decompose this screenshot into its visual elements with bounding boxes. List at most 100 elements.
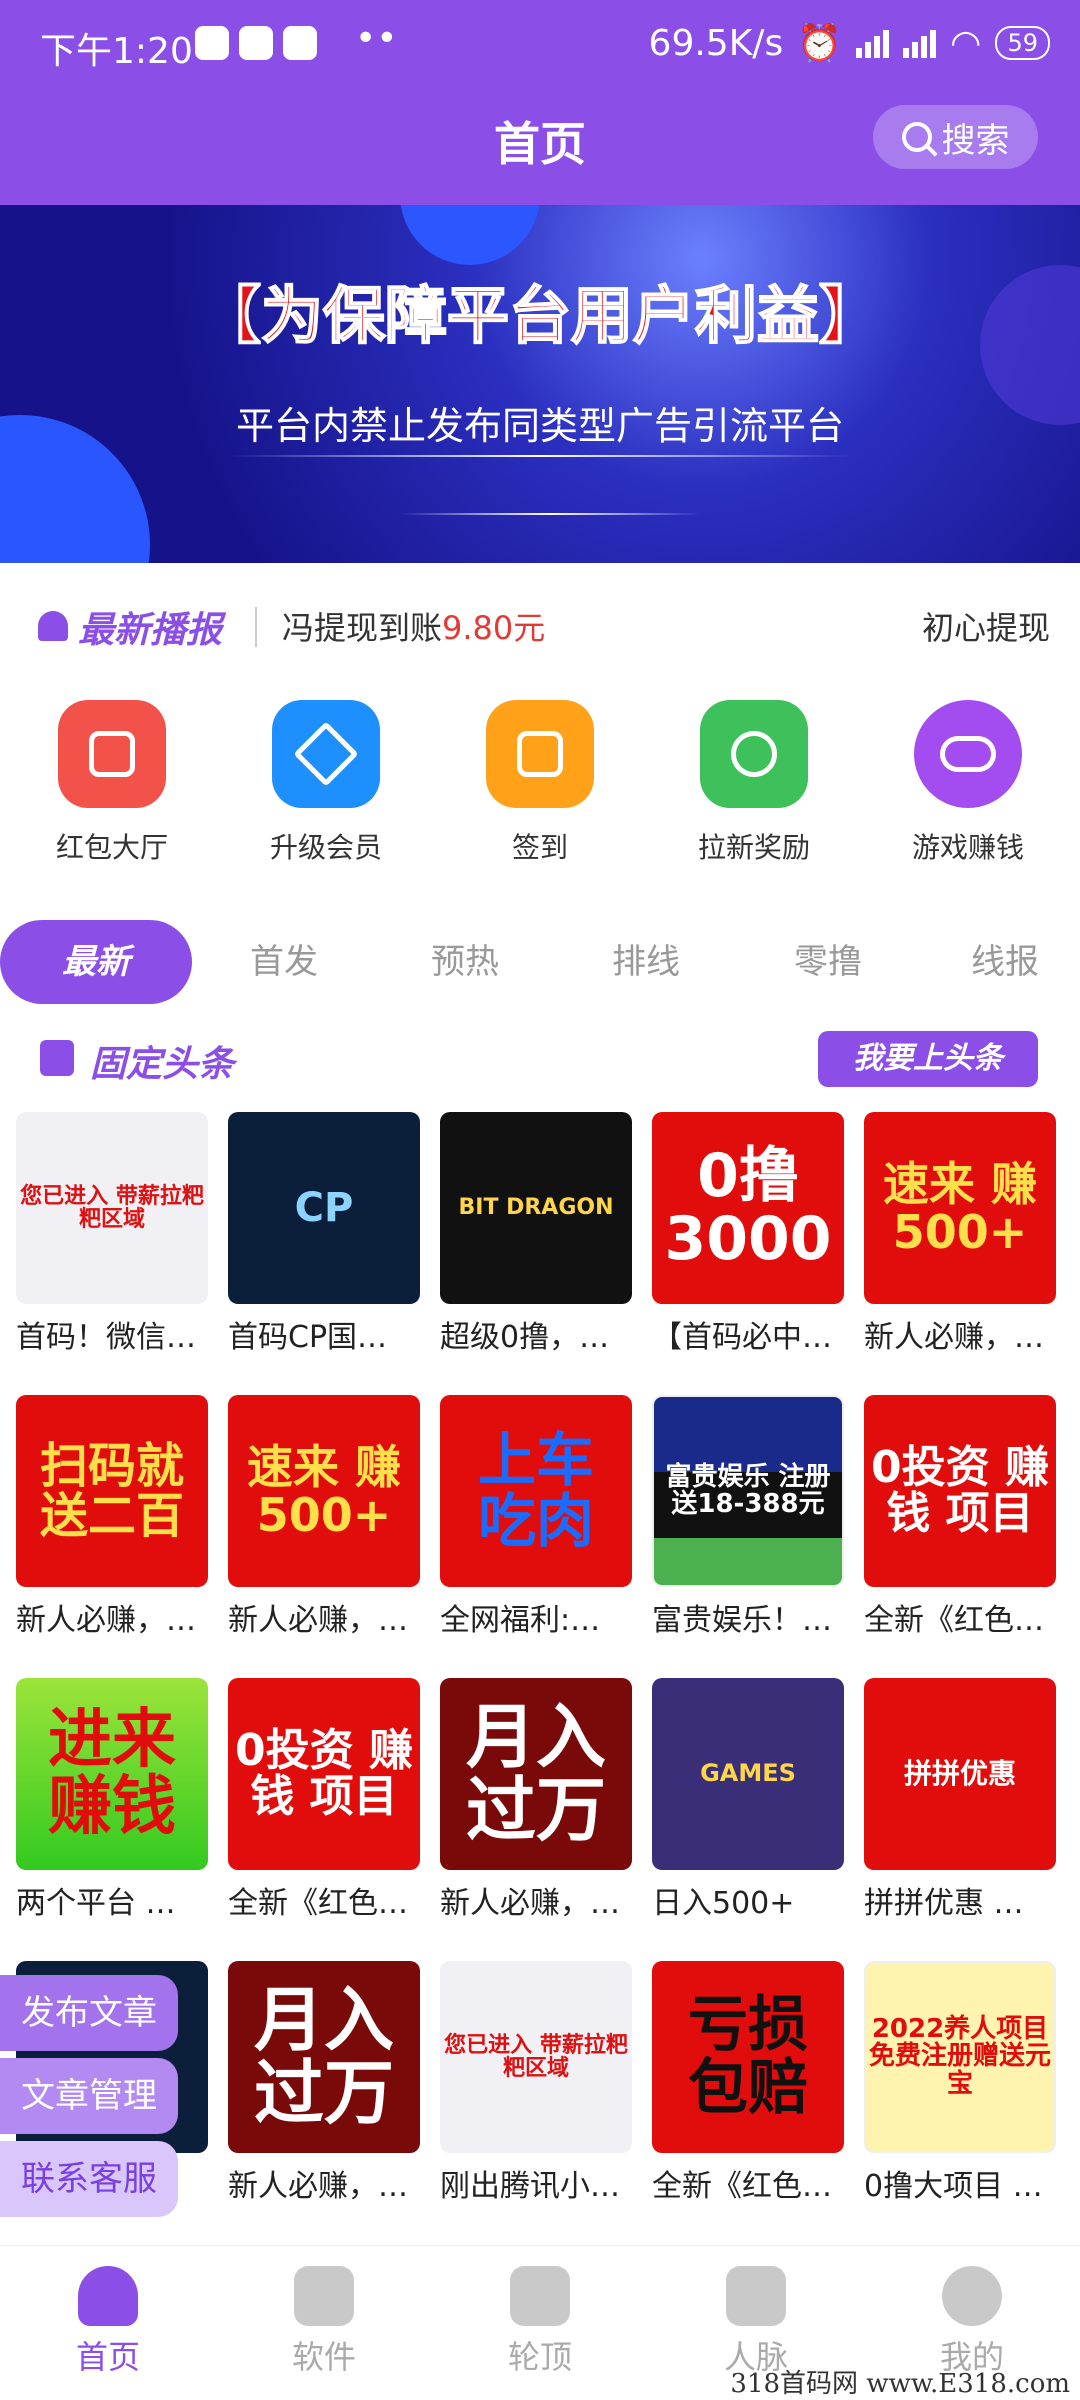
notification-icons [195, 26, 317, 60]
nav-home[interactable]: 首页 [8, 2246, 208, 2400]
quick-label: 签到 [511, 831, 568, 864]
post-thumbnail: 月入 过万 [440, 1678, 632, 1870]
post-caption: 拼拼优惠 … [864, 1886, 1024, 1921]
more-notifications-icon: •• [355, 18, 398, 59]
quick-red-packet[interactable]: 红包大厅 [12, 700, 212, 880]
post-thumbnail: 0撸 3000 [652, 1112, 844, 1304]
post-thumbnail: 月入 过万 [228, 1961, 420, 2153]
grid-row: 扫码就 送二百 新人必赚，… 速来 赚500+ 新人必赚，… 上车 吃肉 全网福… [16, 1395, 1080, 1655]
signal2-icon [903, 28, 937, 58]
folder-icon [294, 2266, 354, 2326]
post-card[interactable]: 亏损 包赔 全新《红色… [652, 1961, 844, 2205]
contact-support-button[interactable]: 联系客服 [0, 2141, 178, 2217]
banner-subtitle: 平台内禁止发布同类型广告引流平台 [235, 404, 844, 448]
tab-latest[interactable]: 最新 [0, 920, 192, 1004]
banner-divider [230, 455, 850, 457]
app618-icon [283, 26, 317, 60]
ticker-amount: 9.80元 [442, 609, 546, 647]
manage-articles-button[interactable]: 文章管理 [0, 2058, 178, 2134]
headline-button[interactable]: 我要上头条 [818, 1031, 1038, 1087]
quick-checkin[interactable]: 签到 [440, 700, 640, 880]
tab-first-release[interactable]: 首发 [204, 920, 364, 1004]
post-caption: 首码CP国… [228, 1320, 388, 1355]
post-thumbnail: 速来 赚500+ [864, 1112, 1056, 1304]
post-card[interactable]: 上车 吃肉 全网福利:… [440, 1395, 632, 1639]
tab-queue[interactable]: 排线 [566, 920, 726, 1004]
post-thumbnail: 您已进入 带薪拉粑粑区域 [16, 1112, 208, 1304]
home-icon [78, 2266, 138, 2326]
red-packet-icon [58, 700, 166, 808]
post-card[interactable]: 速来 赚500+ 新人必赚，… [864, 1112, 1056, 1356]
post-card[interactable]: 拼拼优惠 拼拼优惠 … [864, 1678, 1056, 1922]
quick-upgrade-vip[interactable]: 升级会员 [226, 700, 426, 880]
post-caption: 两个平台 … [16, 1886, 176, 1921]
search-button[interactable]: 搜索 [873, 105, 1038, 169]
tab-preheat[interactable]: 预热 [385, 920, 545, 1004]
tab-tips[interactable]: 线报 [930, 920, 1080, 1004]
post-card[interactable]: BIT DRAGON 超级0撸，… [440, 1112, 632, 1356]
post-thumbnail: 进来 赚钱 [16, 1678, 208, 1870]
banner[interactable]: 【为保障平台用户利益】 平台内禁止发布同类型广告引流平台 [0, 205, 1080, 563]
nav-label: 首页 [75, 2338, 140, 2376]
search-icon [901, 122, 932, 152]
post-card[interactable]: 0撸 3000 【首码必中… [652, 1112, 844, 1356]
post-card[interactable]: 扫码就 送二百 新人必赚，… [16, 1395, 208, 1639]
post-card[interactable]: 月入 过万 新人必赚，… [440, 1678, 632, 1922]
post-card[interactable]: 富贵娱乐 注册送18-388元 富贵娱乐！… [652, 1395, 844, 1639]
nav-label: 轮顶 [507, 2338, 572, 2376]
post-card[interactable]: 0投资 赚钱 项目 全新《红色… [228, 1678, 420, 1922]
flag-icon [40, 1040, 74, 1076]
nav-ranking[interactable]: 轮顶 [440, 2246, 640, 2400]
post-thumbnail: GAMES [652, 1678, 844, 1870]
post-thumbnail: 富贵娱乐 注册送18-388元 [652, 1395, 844, 1587]
post-thumbnail: 0投资 赚钱 项目 [864, 1395, 1056, 1587]
post-card[interactable]: 您已进入 带薪拉粑粑区域 刚出腾讯小… [440, 1961, 632, 2205]
pinned-section-header: 固定头条 我要上头条 [0, 1025, 1080, 1095]
battery-icon: 59 [995, 26, 1050, 60]
nav-label: 软件 [291, 2338, 356, 2376]
ticker-tag: 最新播报 [78, 610, 223, 651]
post-card[interactable]: CP 首码CP国… [228, 1112, 420, 1356]
banner-orb [400, 205, 540, 265]
nav-software[interactable]: 软件 [224, 2246, 424, 2400]
post-caption: 【首码必中… [652, 1320, 832, 1355]
post-caption: 首码！微信… [16, 1320, 196, 1355]
post-caption: 新人必赚，… [16, 1603, 196, 1638]
post-thumbnail: 上车 吃肉 [440, 1395, 632, 1587]
watermark: 318首码网 www.E318.com [730, 2369, 1070, 2399]
category-tabs: 最新 首发 预热 排线 零撸 线报 [0, 920, 1080, 1004]
post-card[interactable]: 进来 赚钱 两个平台 … [16, 1678, 208, 1922]
news-ticker[interactable]: 最新播报 冯提现到账9.80元 初心提现 [0, 563, 1080, 693]
section-title: 固定头条 [90, 1044, 235, 1085]
quick-label: 游戏赚钱 [911, 831, 1024, 864]
post-card[interactable]: GAMES 日入500+ [652, 1678, 844, 1922]
post-caption: 全网福利:… [440, 1603, 601, 1638]
ticker-divider [255, 607, 257, 647]
search-label: 搜索 [941, 120, 1010, 161]
post-card[interactable]: 0投资 赚钱 项目 全新《红色… [864, 1395, 1056, 1639]
banner-title: 【为保障平台用户利益】 [198, 278, 882, 353]
post-caption: 新人必赚，… [440, 1886, 620, 1921]
app58-icon [239, 26, 273, 60]
banner-divider [400, 513, 700, 515]
publish-article-button[interactable]: 发布文章 [0, 1975, 178, 2051]
quick-label: 升级会员 [269, 831, 382, 864]
grid-row: 您已进入 带薪拉粑粑区域 首码！微信… CP 首码CP国… BIT DRAGON… [16, 1112, 1080, 1372]
post-card[interactable]: 速来 赚500+ 新人必赚，… [228, 1395, 420, 1639]
quick-game[interactable]: 游戏赚钱 [868, 700, 1068, 880]
post-thumbnail: 扫码就 送二百 [16, 1395, 208, 1587]
status-time: 下午1:20 [40, 31, 193, 72]
post-caption: 超级0撸，… [440, 1320, 610, 1355]
post-caption: 全新《红色… [652, 2169, 832, 2204]
signal-icon [856, 28, 890, 58]
post-caption: 刚出腾讯小… [440, 2169, 620, 2204]
tab-zero-cost[interactable]: 零撸 [748, 920, 908, 1004]
post-card[interactable]: 月入 过万 新人必赚，… [228, 1961, 420, 2205]
user-icon [942, 2266, 1002, 2326]
post-card[interactable]: 2022养人项目 免费注册赠送元宝 0撸大项目 … [864, 1961, 1056, 2205]
quick-referral[interactable]: 拉新奖励 [654, 700, 854, 880]
post-card[interactable]: 您已进入 带薪拉粑粑区域 首码！微信… [16, 1112, 208, 1356]
post-caption: 富贵娱乐！… [652, 1603, 832, 1638]
quick-actions: 红包大厅 升级会员 签到 拉新奖励 游戏赚钱 [0, 700, 1080, 880]
post-thumbnail: CP [228, 1112, 420, 1304]
